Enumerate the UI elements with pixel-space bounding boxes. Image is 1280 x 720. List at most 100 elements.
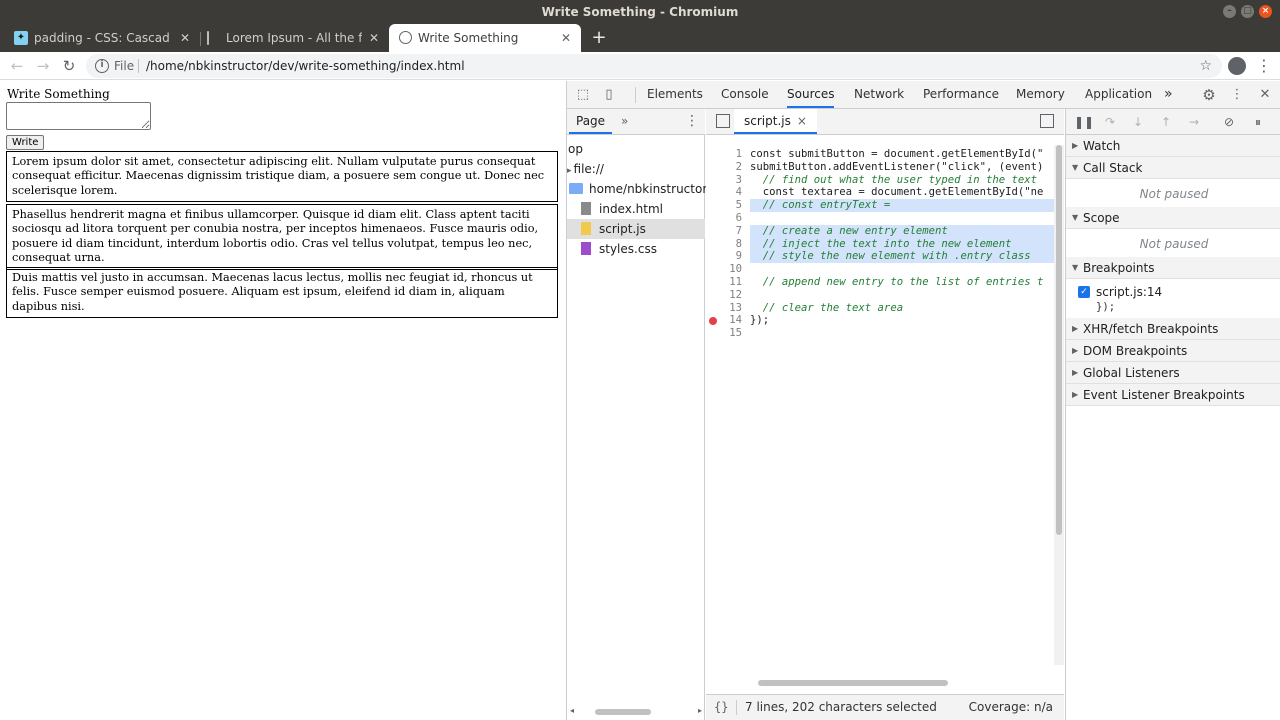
toggle-debugger-icon[interactable] — [1040, 114, 1054, 128]
tab-performance[interactable]: Performance — [923, 81, 999, 108]
tree-item-folder[interactable]: home/nbkinstructor/d — [569, 179, 719, 199]
navigator-menu-icon[interactable]: ⋮ — [685, 109, 699, 134]
step-over-icon[interactable]: ↷ — [1102, 114, 1118, 130]
browser-menu-icon[interactable]: ⋮ — [1256, 55, 1272, 77]
tab-close-icon[interactable]: ✕ — [561, 24, 571, 52]
section-watch[interactable]: ▶ Watch — [1066, 135, 1280, 157]
profile-avatar-icon[interactable] — [1228, 57, 1246, 75]
line-number[interactable]: 13 — [706, 302, 742, 315]
settings-gear-icon[interactable]: ⚙ — [1201, 87, 1217, 103]
code-line[interactable]: 9 // style the new element with .entry c… — [706, 250, 1064, 264]
scrollbar-thumb[interactable] — [595, 709, 651, 715]
scrollbar-thumb[interactable] — [1056, 145, 1062, 535]
code-line[interactable]: 1 const submitButton = document.getElemen… — [706, 148, 1064, 161]
close-devtools-icon[interactable]: ✕ — [1257, 87, 1273, 103]
line-number[interactable]: 10 — [706, 263, 742, 276]
close-file-icon[interactable]: × — [797, 114, 807, 128]
code-line[interactable]: 3 // find out what the user typed in the… — [706, 174, 1064, 187]
breakpoint-location[interactable]: script.js:14 — [1096, 285, 1162, 299]
tab-console[interactable]: Console — [721, 81, 769, 108]
inspect-element-icon[interactable]: ⬚ — [575, 87, 591, 103]
line-number[interactable]: 5 — [706, 199, 742, 212]
scrollbar-thumb[interactable] — [758, 680, 948, 686]
tree-item-top[interactable]: op — [568, 139, 583, 159]
scroll-right-icon[interactable]: ▸ — [698, 706, 702, 715]
code-line[interactable]: 7 // create a new entry element — [706, 224, 1064, 238]
reload-icon[interactable]: ↻ — [58, 55, 80, 77]
line-number[interactable]: 1 — [706, 148, 742, 161]
deactivate-breakpoints-icon[interactable]: ⊘ — [1221, 114, 1237, 130]
code-line[interactable]: 12 — [706, 289, 1064, 302]
navigator-more-icon[interactable]: » — [621, 109, 628, 134]
section-event-listener-breakpoints[interactable]: ▶ Event Listener Breakpoints — [1066, 384, 1280, 406]
new-tab-icon[interactable]: + — [591, 24, 607, 52]
tree-item-file-scheme[interactable]: ▸ file:// — [567, 159, 604, 179]
more-tabs-icon[interactable]: » — [1164, 81, 1173, 108]
pause-on-exceptions-icon[interactable]: ⏸ — [1250, 114, 1266, 130]
code-line[interactable]: 5 // const entryText = — [706, 199, 1064, 212]
info-icon[interactable]: i — [95, 59, 109, 73]
entry-textarea[interactable] — [6, 102, 151, 130]
scroll-left-icon[interactable]: ◂ — [570, 706, 574, 715]
tree-item-index-html[interactable]: index.html — [581, 199, 663, 219]
line-number[interactable]: 14 — [706, 314, 742, 327]
tab-elements[interactable]: Elements — [647, 81, 703, 108]
devtools-menu-icon[interactable]: ⋮ — [1229, 87, 1245, 103]
navigator-scrollbar[interactable]: ◂ ▸ — [567, 704, 705, 720]
tab-page[interactable]: Page — [569, 109, 613, 134]
browser-tab-write-something[interactable]: Write Something ✕ — [389, 24, 581, 52]
browser-tab-lorem[interactable]: Lorem Ipsum - All the fact ✕ — [193, 24, 389, 52]
line-number[interactable]: 4 — [706, 186, 742, 199]
tab-sources[interactable]: Sources — [787, 81, 835, 108]
section-global-listeners[interactable]: ▶ Global Listeners — [1066, 362, 1280, 384]
device-toolbar-icon[interactable]: ▯ — [601, 87, 617, 103]
tab-close-icon[interactable]: ✕ — [180, 24, 190, 52]
editor-vertical-scrollbar[interactable] — [1054, 145, 1064, 665]
tab-memory[interactable]: Memory — [1016, 81, 1065, 108]
tab-close-icon[interactable]: ✕ — [369, 24, 379, 52]
section-breakpoints[interactable]: ▼ Breakpoints — [1066, 257, 1280, 279]
line-number[interactable]: 2 — [706, 161, 742, 174]
address-bar[interactable]: i File /home/nbkinstructor/dev/write-som… — [86, 54, 1222, 78]
line-number[interactable]: 11 — [706, 276, 742, 289]
code-line[interactable]: 10 — [706, 263, 1064, 276]
code-line[interactable]: 13 // clear the text area — [706, 302, 1064, 315]
editor-file-tab[interactable]: script.js × — [734, 109, 817, 134]
browser-tab-padding[interactable]: ✦ padding - CSS: Cascading ✕ — [0, 24, 200, 52]
section-dom-breakpoints[interactable]: ▶ DOM Breakpoints — [1066, 340, 1280, 362]
code-area[interactable]: 1 const submitButton = document.getElemen… — [706, 135, 1064, 678]
step-into-icon[interactable]: ↓ — [1130, 114, 1146, 130]
back-icon[interactable]: ← — [6, 55, 28, 77]
write-button[interactable]: Write — [6, 135, 45, 150]
editor-horizontal-scrollbar[interactable] — [748, 678, 1054, 688]
tree-item-styles-css[interactable]: styles.css — [581, 239, 657, 259]
line-number[interactable]: 15 — [706, 327, 742, 340]
pause-icon[interactable]: ❚❚ — [1074, 114, 1094, 130]
code-line[interactable]: 4 const textarea = document.getElementBy… — [706, 186, 1064, 199]
breakpoint-checkbox[interactable]: ✓ — [1078, 286, 1090, 298]
maximize-icon[interactable]: □ — [1241, 5, 1254, 18]
forward-icon[interactable]: → — [32, 55, 54, 77]
line-number[interactable]: 8 — [706, 238, 742, 251]
line-number[interactable]: 12 — [706, 289, 742, 302]
code-line[interactable]: 15 — [706, 327, 1064, 340]
code-line-breakpoint[interactable]: 14}); — [706, 314, 1064, 327]
line-number[interactable]: 6 — [706, 212, 742, 225]
tab-application[interactable]: Application — [1085, 81, 1152, 108]
code-line[interactable]: 6 — [706, 212, 1064, 225]
tree-item-script-js[interactable]: script.js — [567, 219, 705, 239]
toggle-navigator-icon[interactable] — [716, 114, 730, 128]
section-xhr-breakpoints[interactable]: ▶ XHR/fetch Breakpoints — [1066, 318, 1280, 340]
code-line[interactable]: 11 // append new entry to the list of en… — [706, 276, 1064, 289]
url-text[interactable]: /home/nbkinstructor/dev/write-something/… — [146, 54, 465, 78]
section-call-stack[interactable]: ▼ Call Stack — [1066, 157, 1280, 179]
pretty-print-icon[interactable]: {} — [714, 695, 728, 720]
line-number[interactable]: 3 — [706, 174, 742, 187]
step-out-icon[interactable]: ↑ — [1158, 114, 1174, 130]
line-number[interactable]: 7 — [706, 225, 742, 238]
code-line[interactable]: 2 submitButton.addEventListener("click", … — [706, 161, 1064, 174]
bookmark-star-icon[interactable]: ☆ — [1199, 54, 1212, 78]
tab-network[interactable]: Network — [854, 81, 904, 108]
step-icon[interactable]: → — [1186, 114, 1202, 130]
code-line[interactable]: 8 // inject the text into the new elemen… — [706, 237, 1064, 251]
